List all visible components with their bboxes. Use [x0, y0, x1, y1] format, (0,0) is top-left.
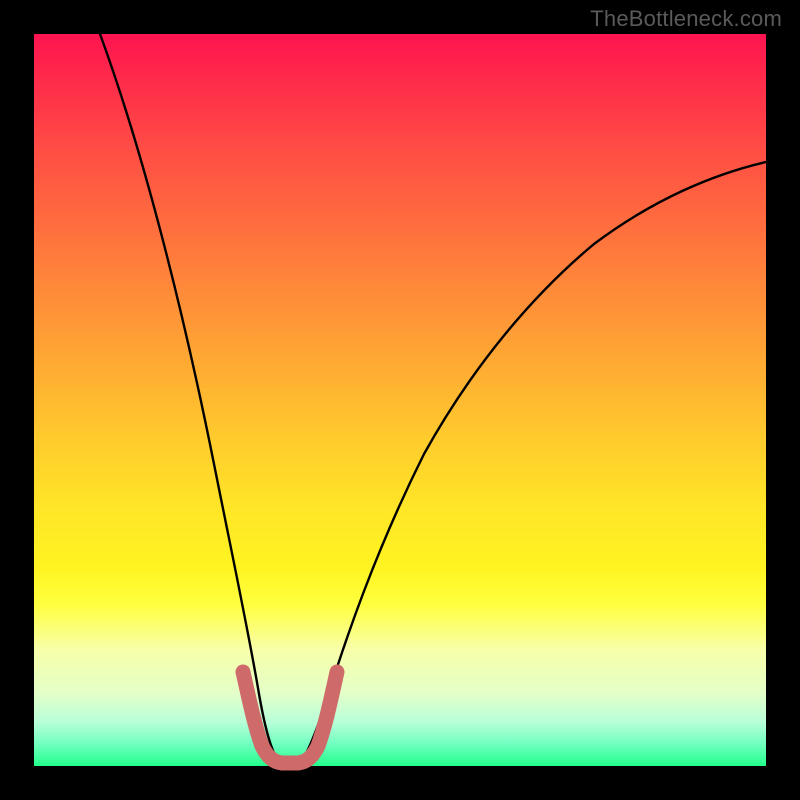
chart-frame: TheBottleneck.com [0, 0, 800, 800]
plot-area [34, 34, 766, 766]
left-curve [100, 34, 278, 760]
watermark-text: TheBottleneck.com [590, 6, 782, 32]
right-curve [302, 162, 766, 760]
chart-svg [34, 34, 766, 766]
